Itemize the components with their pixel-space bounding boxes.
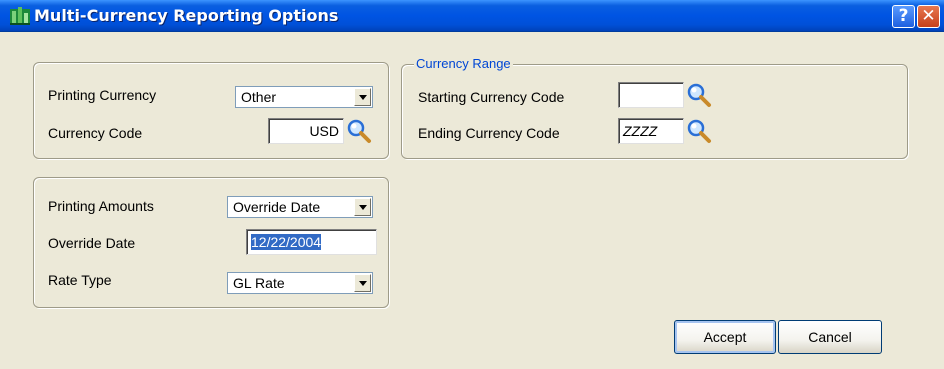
- currency-range-group: [401, 64, 908, 159]
- starting-currency-input[interactable]: [618, 82, 684, 108]
- printing-currency-label: Printing Currency: [48, 87, 157, 103]
- override-date-input[interactable]: 12/22/2004: [246, 229, 377, 255]
- rate-type-select[interactable]: GL Rate: [227, 272, 373, 294]
- ending-currency-label: Ending Currency Code: [418, 125, 560, 141]
- chevron-down-icon[interactable]: [354, 198, 371, 216]
- chevron-down-icon[interactable]: [354, 88, 371, 106]
- ending-currency-input[interactable]: ZZZZ: [618, 118, 684, 144]
- printing-amounts-value: Override Date: [233, 199, 321, 215]
- dialog-window: Multi-Currency Reporting Options ? ✕ Pri…: [0, 0, 944, 369]
- magnifier-icon[interactable]: [686, 118, 712, 144]
- printing-currency-select[interactable]: Other: [235, 86, 373, 108]
- printing-amounts-label: Printing Amounts: [48, 198, 154, 214]
- currency-code-label: Currency Code: [48, 125, 143, 141]
- currency-code-input[interactable]: USD: [268, 118, 344, 144]
- rate-type-value: GL Rate: [233, 275, 285, 291]
- override-date-label: Override Date: [48, 235, 136, 251]
- app-icon: [10, 7, 30, 25]
- close-button[interactable]: ✕: [917, 5, 940, 28]
- printing-currency-group: [33, 62, 389, 159]
- cancel-button[interactable]: Cancel: [778, 320, 882, 354]
- chevron-down-icon[interactable]: [354, 274, 371, 292]
- currency-range-legend: Currency Range: [414, 56, 513, 71]
- starting-currency-label: Starting Currency Code: [418, 89, 565, 105]
- title-bar[interactable]: Multi-Currency Reporting Options ? ✕: [0, 0, 944, 32]
- magnifier-icon[interactable]: [346, 118, 372, 144]
- window-title: Multi-Currency Reporting Options: [34, 6, 339, 25]
- magnifier-icon[interactable]: [686, 82, 712, 108]
- override-date-selection: 12/22/2004: [251, 234, 322, 250]
- printing-amounts-select[interactable]: Override Date: [227, 196, 373, 218]
- accept-button[interactable]: Accept: [674, 320, 776, 354]
- printing-currency-value: Other: [241, 89, 277, 105]
- help-button[interactable]: ?: [892, 5, 915, 28]
- rate-type-label: Rate Type: [48, 272, 112, 288]
